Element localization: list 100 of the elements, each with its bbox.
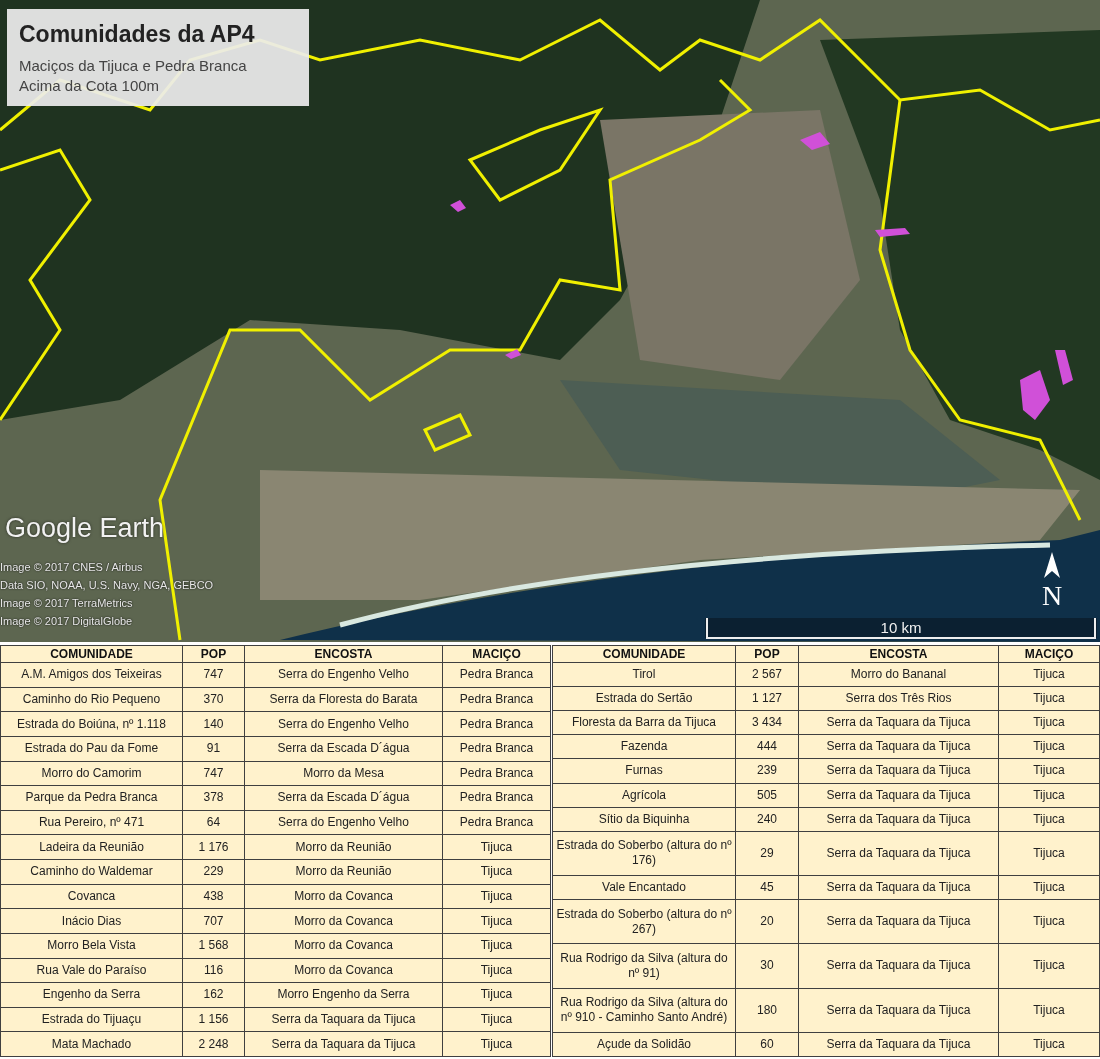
table-cell: Morro da Mesa [244,761,443,786]
column-header: COMUNIDADE [0,645,183,663]
table-cell: Pedra Branca [442,687,551,712]
table-cell: A.M. Amigos dos Teixeiras [0,662,183,688]
table-cell: Agrícola [552,783,736,808]
table-cell: Estrada do Tijuaçu [0,1007,183,1032]
table-cell: Tijuca [442,884,551,909]
table-cell: Morro Bela Vista [0,933,183,958]
table-cell: Estrada do Pau da Fome [0,736,183,761]
table-cell: Serra do Engenho Velho [244,810,443,835]
table-cell: Serra dos Três Rios [798,686,999,711]
table-cell: 240 [735,807,799,832]
table-cell: Tijuca [998,1032,1100,1057]
table-cell: 45 [735,875,799,900]
table-cell: 229 [182,859,245,885]
table-cell: 444 [735,734,799,759]
table-cell: Tijuca [998,831,1100,876]
table-cell: Mata Machado [0,1031,183,1057]
imagery-credit: Image © 2017 TerraMetrics [0,597,134,609]
table-cell: Serra da Taquara da Tijuca [798,988,999,1033]
column-header: MACIÇO [998,645,1100,663]
table-cell: Pedra Branca [442,761,551,786]
table-cell: 20 [735,899,799,944]
table-cell: 116 [182,958,245,983]
table-cell: 1 568 [182,933,245,958]
table-cell: Pedra Branca [442,736,551,761]
table-cell: Rua Pereiro, nº 471 [0,810,183,835]
table-cell: Morro da Covanca [244,933,443,958]
table-cell: Serra da Escada D´água [244,785,443,811]
table-cell: Serra da Taquara da Tijuca [798,734,999,759]
table-cell: 747 [182,761,245,786]
table-cell: Tijuca [998,943,1100,989]
table-cell: Morro da Covanca [244,958,443,983]
table-cell: Serra da Taquara da Tijuca [798,1032,999,1057]
table-cell: Tijuca [998,807,1100,832]
table-cell: Serra do Engenho Velho [244,662,443,688]
table-cell: Parque da Pedra Branca [0,785,183,811]
table-cell: Serra da Taquara da Tijuca [798,710,999,735]
table-cell: 707 [182,908,245,934]
table-cell: 162 [182,982,245,1008]
table-cell: Tijuca [442,982,551,1008]
imagery-credit: Data SIO, NOAA, U.S. Navy, NGA, GEBCO [0,579,214,591]
table-cell: Serra da Taquara da Tijuca [244,1031,443,1057]
table-cell: Rua Rodrigo da Silva (altura do nº 91) [552,943,736,989]
table-cell: 180 [735,988,799,1033]
table-cell: 505 [735,783,799,808]
table-cell: Morro da Covanca [244,884,443,909]
table-cell: Tijuca [998,875,1100,900]
column-header: POP [735,645,799,663]
table-cell: Tijuca [998,758,1100,784]
table-cell: Tijuca [998,686,1100,711]
table-cell: 91 [182,736,245,761]
north-arrow-icon [1044,552,1061,578]
table-cell: 747 [182,662,245,688]
table-cell: 2 248 [182,1031,245,1057]
table-cell: Tijuca [442,1007,551,1032]
table-cell: 2 567 [735,662,799,687]
table-cell: 1 127 [735,686,799,711]
table-cell: Tijuca [998,899,1100,944]
table-cell: 29 [735,831,799,876]
table-cell: Tijuca [442,1031,551,1057]
table-cell: Morro da Reunião [244,834,443,860]
table-cell: Serra da Floresta do Barata [244,687,443,712]
table-cell: Pedra Branca [442,810,551,835]
table-cell: Covanca [0,884,183,909]
scale-label: 10 km [880,619,922,636]
table-cell: Serra da Taquara da Tijuca [798,875,999,900]
table-cell: Floresta da Barra da Tijuca [552,710,736,735]
table-cell: Serra da Taquara da Tijuca [798,807,999,832]
table-cell: Rua Vale do Paraíso [0,958,183,983]
table-cell: Serra da Escada D´água [244,736,443,761]
table-cell: Pedra Branca [442,711,551,737]
map-subtitle: Maciços da Tijuca e Pedra Branca [19,57,248,75]
table-cell: 1 156 [182,1007,245,1032]
column-header: ENCOSTA [244,645,443,663]
table-cell: Morro do Bananal [798,662,999,687]
column-header: ENCOSTA [798,645,999,663]
column-header: POP [182,645,245,663]
north-label: N [1042,582,1063,610]
table-cell: Serra do Engenho Velho [244,711,443,737]
table-cell: 438 [182,884,245,909]
table-cell: Tijuca [998,988,1100,1033]
table-cell: 3 434 [735,710,799,735]
table-cell: Ladeira da Reunião [0,834,183,860]
table-cell: Vale Encantado [552,875,736,900]
table-cell: 30 [735,943,799,989]
map-subtitle: Acima da Cota 100m [19,77,161,95]
table-cell: Estrada do Sertão [552,686,736,711]
table-cell: Tijuca [442,834,551,860]
table-cell: Tijuca [998,710,1100,735]
imagery-credit: Image © 2017 DigitalGlobe [0,615,134,627]
table-cell: Pedra Branca [442,662,551,688]
table-cell: Estrada do Soberbo (altura do nº 176) [552,831,736,876]
table-cell: Morro da Reunião [244,859,443,885]
table-cell: Morro do Camorim [0,761,183,786]
table-cell: Inácio Dias [0,908,183,934]
table-cell: Estrada do Soberbo (altura do nº 267) [552,899,736,944]
table-cell: Caminho do Rio Pequeno [0,687,183,712]
column-header: COMUNIDADE [552,645,736,663]
table-cell: 60 [735,1032,799,1057]
